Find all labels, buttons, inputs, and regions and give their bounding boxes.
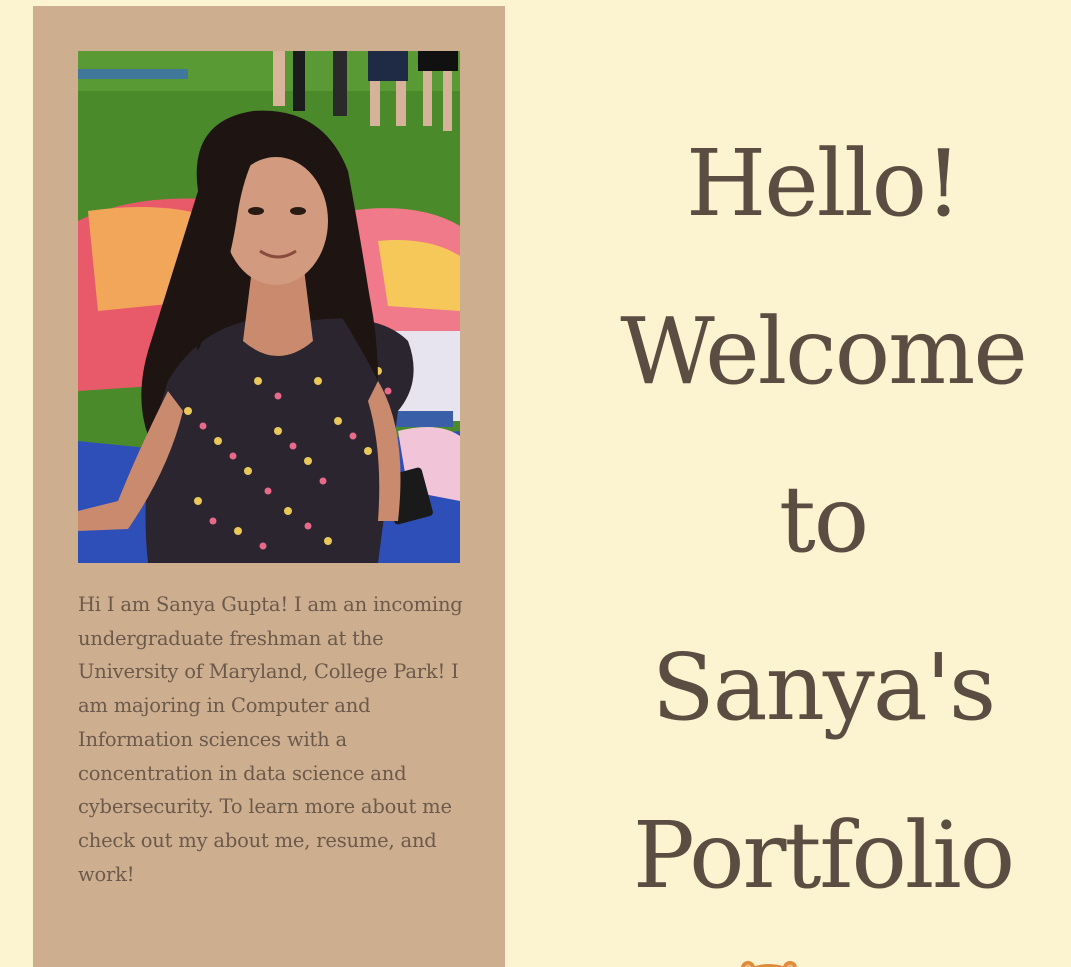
- profile-photo: [78, 51, 460, 563]
- welcome-line-name: Sanya's: [651, 634, 996, 741]
- welcome-line-portfolio: Portfolio: [632, 802, 1015, 909]
- profile-card: Hi I am Sanya Gupta! I am an incoming un…: [33, 6, 505, 967]
- page: Hi I am Sanya Gupta! I am an incoming un…: [0, 0, 1071, 967]
- welcome-line-welcome: Welcome: [620, 298, 1028, 405]
- profile-photo-illustration: [78, 51, 460, 563]
- welcome-line-to: to: [778, 466, 869, 573]
- bio-text: Hi I am Sanya Gupta! I am an incoming un…: [78, 593, 463, 886]
- welcome-heading: Hello! Welcome to Sanya's Portfolio: [575, 100, 1071, 940]
- bear-icon: [738, 956, 800, 967]
- welcome-line-hello: Hello!: [686, 130, 962, 237]
